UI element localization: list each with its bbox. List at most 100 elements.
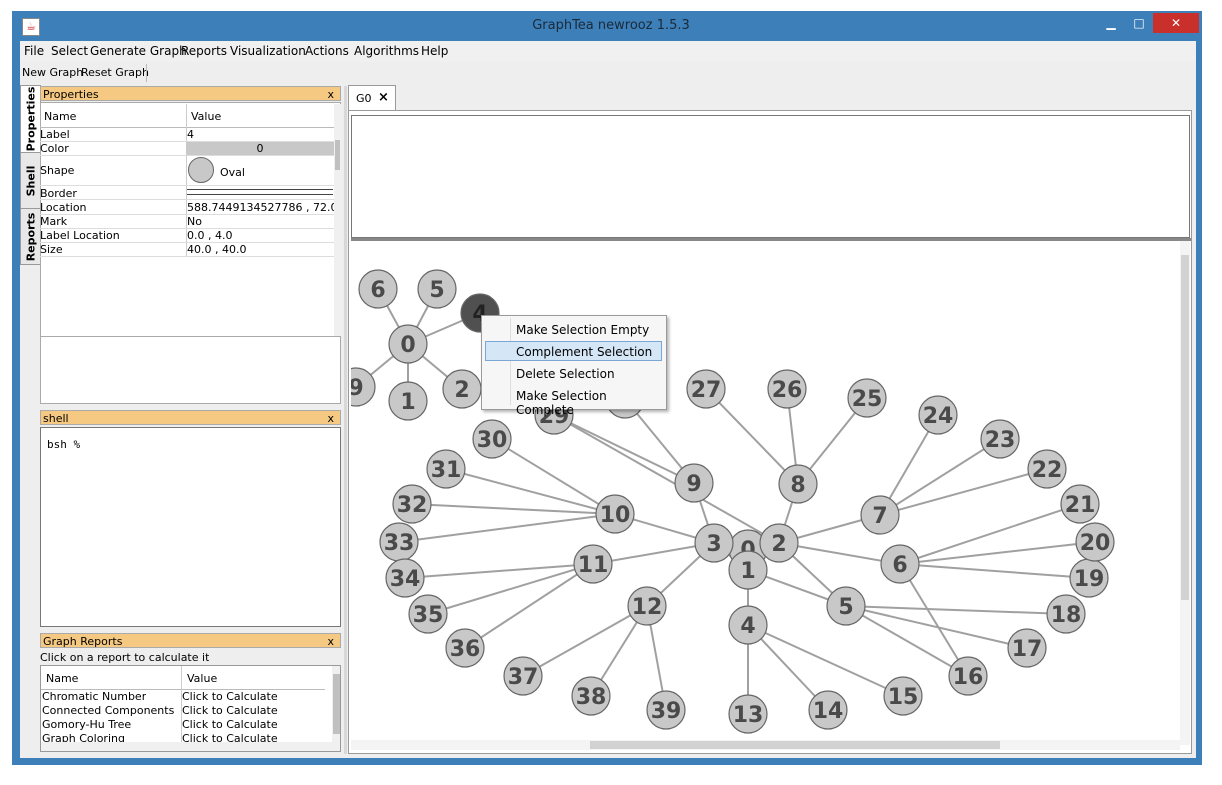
- menu-select[interactable]: Select: [51, 44, 88, 58]
- properties-scroll-thumb[interactable]: [335, 140, 340, 170]
- graph-node-16[interactable]: 16: [948, 656, 988, 696]
- tab-reports[interactable]: Reports: [20, 208, 41, 265]
- graph-node-24[interactable]: 24: [918, 395, 958, 435]
- reports-close-icon[interactable]: x: [327, 634, 334, 649]
- node-label: 39: [651, 699, 682, 724]
- graph-node-22[interactable]: 22: [1027, 449, 1067, 489]
- report-name-gomory[interactable]: Gomory-Hu Tree: [42, 718, 131, 731]
- graph-node-5[interactable]: 5: [826, 586, 866, 626]
- graph-node-2-top[interactable]: 2: [442, 369, 482, 409]
- graph-node-8[interactable]: 8: [778, 464, 818, 504]
- report-name-chromatic[interactable]: Chromatic Number: [42, 690, 146, 703]
- graph-node-9[interactable]: 9: [674, 463, 714, 503]
- reset-graph-button[interactable]: Reset Graph: [81, 66, 149, 79]
- tab-shell[interactable]: Shell: [20, 152, 41, 209]
- graph-node-26[interactable]: 26: [767, 369, 807, 409]
- report-value-connected[interactable]: Click to Calculate: [182, 704, 278, 717]
- report-name-connected[interactable]: Connected Components: [42, 704, 174, 717]
- graph-node-10[interactable]: 10: [595, 494, 635, 534]
- prop-value-shape[interactable]: Oval: [220, 166, 245, 179]
- graph-node-11[interactable]: 11: [573, 544, 613, 584]
- graph-node-13[interactable]: 13: [728, 694, 768, 734]
- properties-close-icon[interactable]: x: [327, 87, 334, 102]
- reports-table: Name Value Chromatic Number Click to Cal…: [40, 665, 341, 752]
- graph-node-0[interactable]: 0: [388, 324, 428, 364]
- menu-delete-selection[interactable]: Delete Selection: [516, 367, 615, 381]
- graph-h-scroll-thumb[interactable]: [590, 741, 1000, 749]
- graph-node-5-top[interactable]: 5: [417, 269, 457, 309]
- graph-node-1-top[interactable]: 1: [388, 381, 428, 421]
- report-value-gomory[interactable]: Click to Calculate: [182, 718, 278, 731]
- border-line-preview[interactable]: [187, 189, 333, 195]
- graph-canvas[interactable]: 0659210412345678910111213141516171819202…: [351, 241, 1191, 753]
- menu-visualization[interactable]: Visualization: [230, 44, 306, 58]
- menu-make-selection-complete[interactable]: Make Selection Complete: [516, 389, 666, 417]
- node-label: 25: [852, 387, 883, 412]
- graph-edge: [747, 624, 904, 697]
- reports-h-scrollbar[interactable]: [41, 742, 333, 751]
- graph-node-23[interactable]: 23: [980, 419, 1020, 459]
- shell-console[interactable]: [40, 427, 341, 627]
- node-label: 12: [632, 595, 663, 620]
- tab-close-icon[interactable]: ×: [378, 90, 389, 105]
- graph-node-12[interactable]: 12: [627, 586, 667, 626]
- graph-node-7[interactable]: 7: [860, 495, 900, 535]
- prop-value-location[interactable]: 588.7449134527786 , 72.0: [187, 201, 337, 214]
- graph-node-4[interactable]: 4: [728, 605, 768, 645]
- graph-node-37[interactable]: 37: [503, 656, 543, 696]
- reports-scroll-thumb[interactable]: [333, 674, 340, 734]
- graph-node-39[interactable]: 39: [646, 690, 686, 730]
- graph-node-2[interactable]: 2: [759, 523, 799, 563]
- prop-value-color[interactable]: 0: [186, 142, 334, 155]
- graph-node-18[interactable]: 18: [1046, 594, 1086, 634]
- menu-algorithms[interactable]: Algorithms: [354, 44, 419, 58]
- prop-value-mark[interactable]: No: [187, 215, 202, 228]
- graph-node-35[interactable]: 35: [408, 594, 448, 634]
- prop-value-label[interactable]: 4: [187, 128, 194, 141]
- graph-svg[interactable]: 0659210412345678910111213141516171819202…: [351, 241, 1180, 740]
- graph-node-6[interactable]: 6: [880, 544, 920, 584]
- properties-scrollbar[interactable]: [334, 104, 341, 336]
- maximize-icon[interactable]: □: [1126, 13, 1152, 33]
- graph-node-19[interactable]: 19: [1069, 558, 1109, 598]
- shell-close-icon[interactable]: x: [327, 411, 334, 426]
- tab-g0[interactable]: G0 ×: [348, 85, 396, 110]
- graph-node-25[interactable]: 25: [847, 378, 887, 418]
- close-window-icon[interactable]: ✕: [1153, 13, 1199, 33]
- node-label: 2: [454, 378, 469, 403]
- menu-help[interactable]: Help: [421, 44, 448, 58]
- graph-node-33[interactable]: 33: [379, 522, 419, 562]
- graph-node-6-top[interactable]: 6: [358, 269, 398, 309]
- new-graph-button[interactable]: New Graph: [22, 66, 83, 79]
- splitter[interactable]: [344, 86, 347, 754]
- menu-reports[interactable]: Reports: [181, 44, 227, 58]
- graph-node-31[interactable]: 31: [426, 449, 466, 489]
- graph-node-36[interactable]: 36: [445, 628, 485, 668]
- graph-node-14[interactable]: 14: [808, 690, 848, 730]
- graph-node-1[interactable]: 1: [728, 550, 768, 590]
- graph-node-27[interactable]: 27: [686, 369, 726, 409]
- graph-node-34[interactable]: 34: [385, 558, 425, 598]
- graph-node-32[interactable]: 32: [392, 484, 432, 524]
- graph-v-scroll-thumb[interactable]: [1181, 255, 1189, 600]
- minimize-icon[interactable]: ▁: [1098, 13, 1124, 33]
- node-label: 23: [985, 428, 1016, 453]
- menu-actions[interactable]: Actions: [305, 44, 349, 58]
- menu-file[interactable]: File: [24, 44, 44, 58]
- menu-make-selection-empty[interactable]: Make Selection Empty: [516, 323, 649, 337]
- graph-node-21[interactable]: 21: [1060, 484, 1100, 524]
- prop-value-size[interactable]: 40.0 , 40.0: [187, 243, 246, 256]
- menu-generate-graph[interactable]: Generate Graph: [90, 44, 187, 58]
- graph-node-20[interactable]: 20: [1075, 522, 1115, 562]
- graph-node-17[interactable]: 17: [1007, 628, 1047, 668]
- report-value-chromatic[interactable]: Click to Calculate: [182, 690, 278, 703]
- tab-properties[interactable]: Properties: [20, 85, 41, 153]
- graph-node-15[interactable]: 15: [883, 676, 923, 716]
- graph-node-3[interactable]: 3: [694, 523, 734, 563]
- graph-node-38[interactable]: 38: [571, 676, 611, 716]
- graph-edge: [845, 605, 969, 677]
- reports-panel-header: Graph Reports x: [40, 633, 341, 648]
- prop-value-label-location[interactable]: 0.0 , 4.0: [187, 229, 232, 242]
- menu-complement-selection[interactable]: Complement Selection: [516, 345, 652, 359]
- graph-node-30[interactable]: 30: [472, 419, 512, 459]
